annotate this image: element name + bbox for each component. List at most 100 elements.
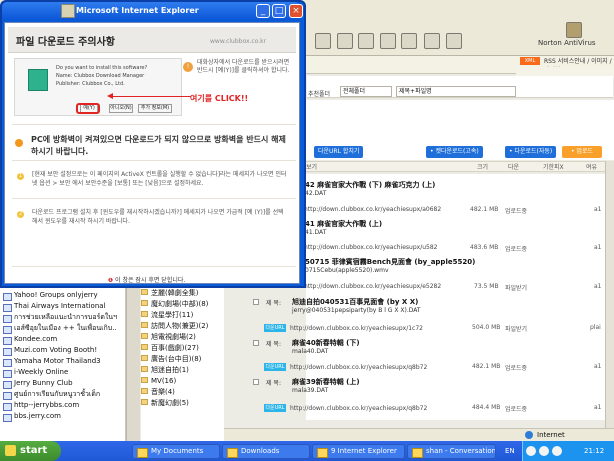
minimize-icon[interactable]: _ [256, 4, 270, 18]
taskbar-button[interactable]: shan - Conversation [407, 444, 496, 459]
xml-badge[interactable]: XML [520, 57, 540, 65]
row-file: mala40.DAT [292, 348, 329, 355]
sidebar-link[interactable]: Jerry Bunny Club [0, 378, 125, 389]
row-file: mala39.DAT [292, 387, 329, 394]
divider [12, 160, 296, 161]
row-url[interactable]: http://down.clubbox.co.kr/yeachiesupx/q8… [290, 364, 427, 371]
example-dialog-text: Do you want to install this software? Na… [56, 64, 176, 88]
category-item[interactable]: 魔幻劇場(中部)(8) [141, 299, 224, 310]
row-title[interactable]: 41 麻雀官家大作戰 (上) [305, 219, 382, 229]
search-scope-select[interactable]: 제목+파일명 [396, 86, 516, 97]
maximize-icon[interactable]: □ [272, 4, 286, 18]
row-download-status[interactable]: 업로드중 [505, 363, 527, 372]
url-badge: 다운URL [264, 324, 286, 332]
category-item[interactable]: 音樂(4) [141, 387, 224, 398]
sidebar-link[interactable]: Muzi.com Voting Booth! [0, 345, 125, 356]
category-item[interactable]: 新魔幻劇(5) [141, 398, 224, 409]
firewall-warning: PC에 방화벽이 켜져있으면 다운로드가 되지 않으므로 방화벽을 반드시 해제… [31, 135, 286, 156]
table-row[interactable]: 麻雀40新春特輯 (下) mala40.DAT [292, 338, 360, 355]
sidebar-scrollbar[interactable] [126, 288, 140, 442]
row-checkbox[interactable] [253, 299, 259, 305]
example-more-button: 추가 정보(M) [138, 104, 172, 113]
row-download-status[interactable]: 업로드중 [505, 206, 527, 215]
sidebar-link[interactable]: Kondee.com [0, 334, 125, 345]
category-item[interactable]: 訪問人物(兼更)(2) [141, 321, 224, 332]
language-indicator[interactable]: EN [505, 447, 515, 455]
row-download-status[interactable]: 업로드중 [505, 404, 527, 413]
ie-icon [61, 4, 75, 18]
row-size: 484.4 MB [472, 404, 501, 411]
category-label: 廣告(台中目)(8) [151, 355, 202, 363]
url-badge: 다운URL [264, 363, 286, 371]
row-url[interactable]: http://down.clubbox.co.kr/yeachiesupx/1c… [290, 325, 423, 332]
row-title[interactable]: 50715 菲律賓宿霧Bench見面會 (by_apple5520) [305, 257, 475, 267]
category-item[interactable]: 旭電視劇場(2) [141, 332, 224, 343]
tray-icon[interactable] [526, 446, 536, 456]
row-url[interactable]: http://down.clubbox.co.kr/yeachiesupx/u5… [304, 244, 438, 251]
row-url[interactable]: http://down.clubbox.co.kr/yeachiesupx/e5… [304, 283, 441, 290]
sidebar-link[interactable]: Yahoo! Groups onlyjerry [0, 290, 125, 301]
table-row[interactable]: 旭迪自拍040531百事見面會 (by X X) jerry@040531pep… [292, 297, 421, 314]
window-title: Microsoft Internet Explorer [76, 6, 199, 15]
row-size: 73.5 MB [474, 283, 499, 290]
taskbar-button[interactable]: Downloads [222, 444, 310, 459]
category-list: 芝麗(韓劇全集) 魔幻劇場(中部)(8) 流星學打(11) 訪問人物(兼更)(2… [141, 288, 224, 442]
toolbar-button-icon[interactable] [401, 33, 417, 49]
toolbar-button-icon[interactable] [380, 33, 396, 49]
row-download-status[interactable]: 파일받기 [505, 283, 527, 292]
sidebar-link[interactable]: Yamaha Motor Thailand3 [0, 356, 125, 367]
category-item[interactable]: 旭迷自拍(1) [141, 365, 224, 376]
folder-tab[interactable]: 추천폴더 [308, 89, 330, 98]
row-title[interactable]: 麻雀40新春特輯 (下) [292, 338, 360, 348]
toolbar-button-icon[interactable] [446, 33, 462, 49]
tray-icon[interactable] [552, 446, 562, 456]
category-item[interactable]: 流星學打(11) [141, 310, 224, 321]
internet-zone-label: Internet [537, 431, 565, 439]
auto-download-button[interactable]: • 다운로드(자동) [505, 146, 557, 158]
tray-icon[interactable] [539, 446, 549, 456]
table-row[interactable]: 42 麻雀官家大作戰 (下) 麻雀巧克力 (上) 42.DAT [305, 180, 435, 197]
category-item[interactable]: 百事(戲劇)(27) [141, 343, 224, 354]
toolbar-button-icon[interactable] [337, 33, 353, 49]
toolbar-button-icon[interactable] [315, 33, 331, 49]
row-checkbox[interactable] [253, 340, 259, 346]
table-row[interactable]: 麻雀39新春特輯 (上) mala39.DAT [292, 377, 360, 394]
folder-select[interactable]: 전체폴더 [340, 86, 392, 97]
row-mark: a1 [594, 206, 602, 213]
sidebar-link[interactable]: i-Weekly Online [0, 367, 125, 378]
row-checkbox[interactable] [253, 379, 259, 385]
table-row[interactable]: 50715 菲律賓宿霧Bench見面會 (by_apple5520) 0715C… [305, 257, 475, 274]
row-download-status[interactable]: 업로드중 [505, 244, 527, 253]
taskbar-button[interactable]: My Documents [132, 444, 220, 459]
row-title[interactable]: 麻雀39新春特輯 (上) [292, 377, 360, 387]
content-scrollbar[interactable] [605, 161, 614, 428]
sidebar-link[interactable]: bbs.jerry.com [0, 411, 125, 422]
category-item[interactable]: MV(16) [141, 376, 224, 387]
row-download-status[interactable]: 파일받기 [505, 324, 527, 333]
category-item[interactable]: 廣告(台中目)(8) [141, 354, 224, 365]
norton-icon[interactable] [566, 22, 582, 38]
category-label: 芝麗(韓劇全集) [151, 289, 199, 297]
table-row[interactable]: 41 麻雀官家大作戰 (上) 41.DAT [305, 219, 382, 236]
fast-download-button[interactable]: • 켓다운로드(고속) [426, 146, 483, 158]
upload-button[interactable]: • 업로드 [562, 146, 602, 158]
example-no-button: 아니오(N) [109, 104, 133, 113]
sidebar-link[interactable]: ศูนย์การเรียนกับหนูวาชั้วเด็ก [0, 389, 125, 400]
toolbar-button-icon[interactable] [358, 33, 374, 49]
row-url[interactable]: http://down.clubbox.co.kr/yeachiesupx/a0… [304, 206, 441, 213]
row-mark: a1 [594, 404, 602, 411]
row-file: jerry@040531pepsiparty(by B l G X X).DAT [292, 307, 421, 314]
row-size: 483.6 MB [470, 244, 499, 251]
sidebar-link[interactable]: Thai Airways International [0, 301, 125, 312]
merge-url-button[interactable]: 다운URL 합치기 [314, 146, 364, 158]
row-title[interactable]: 旭迪自拍040531百事見面會 (by X X) [292, 297, 421, 307]
taskbar-button[interactable]: 9 Internet Explorer [312, 444, 405, 459]
toolbar-button-icon[interactable] [424, 33, 440, 49]
sidebar-link[interactable]: http--jerrybbs.com [0, 400, 125, 411]
row-url[interactable]: http://down.clubbox.co.kr/yeachiesupx/q8… [290, 405, 427, 412]
category-item[interactable]: 芝麗(韓劇全集) [141, 288, 224, 299]
row-title[interactable]: 42 麻雀官家大作戰 (下) 麻雀巧克力 (上) [305, 180, 435, 190]
sidebar-link[interactable]: การช่วยเหลือแนะนำการบอร์ดในฯ [0, 312, 125, 323]
close-icon[interactable]: × [289, 4, 303, 18]
sidebar-link[interactable]: เอส์ซีอุยในเมือง ++ ในเพื่อนเกิบ.. [0, 323, 125, 334]
